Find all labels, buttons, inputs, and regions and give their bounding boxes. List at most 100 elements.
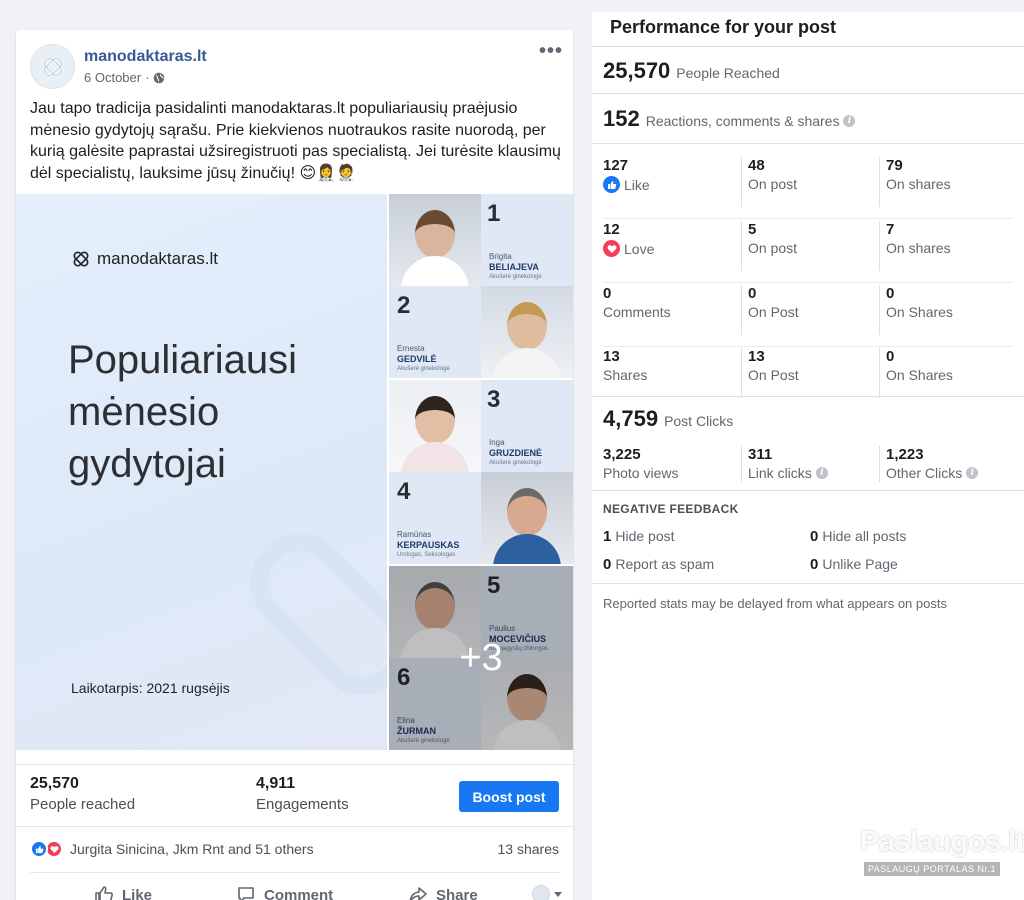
paslaugos-watermark: Paslaugos.lt PASLAUGŲ PORTALAS Nr.1: [860, 826, 1024, 877]
metric-label-text: Love: [624, 240, 655, 257]
doctor-tile[interactable]: 3 Inga GRUZDIENĖ Akušerė ginekologė 4 Ra…: [389, 380, 573, 564]
doctor-specialty: Akušerė ginekologė: [397, 366, 450, 372]
doctor-tiles: 1 Brigita BELIAJEVA Akušerė ginekologė 2…: [389, 194, 573, 750]
divider: [592, 93, 1024, 94]
metric-cell: 48 On post: [741, 157, 877, 207]
info-icon[interactable]: i: [966, 467, 979, 479]
doctor-tile-more[interactable]: 5 Paulius MOCEVIČIUS Kraujagyslių chirur…: [389, 566, 573, 750]
reactions-row: Jurgita Sinicina, Jkm Rnt and 51 others …: [16, 826, 573, 870]
more-photos-overlay[interactable]: +3: [389, 566, 573, 750]
rcs-label-wrap: Reactions, comments & shares i: [646, 113, 856, 129]
post-image[interactable]: manodaktaras.lt Populiariausi mėnesio gy…: [16, 194, 573, 750]
post-clicks-metric: 4,759 Post Clicks: [603, 406, 733, 432]
post-date[interactable]: 6 October ·: [84, 70, 165, 85]
comment-label: Comment: [264, 886, 334, 900]
metric-cell: 13 On Post: [741, 348, 877, 398]
metric-value: 5: [748, 221, 757, 238]
link-clicks-label: Link clicks: [748, 465, 812, 481]
divider: [592, 583, 1024, 584]
post-text: Jau tapo tradicija pasidalinti manodakta…: [30, 100, 561, 182]
doctor-tile[interactable]: 1 Brigita BELIAJEVA Akušerė ginekologė 2…: [389, 194, 573, 378]
post-header: manodaktaras.lt 6 October · •••: [30, 41, 563, 90]
hero-title-line: mėnesio: [68, 390, 220, 434]
info-icon[interactable]: i: [843, 115, 856, 127]
metric-cell: 0 Comments: [603, 285, 739, 335]
doctor-photo-body: [401, 442, 469, 472]
post-date-text: 6 October: [84, 70, 142, 85]
divider: [592, 396, 1024, 397]
love-reaction-icon: [603, 240, 620, 257]
doctor-photo-head: [415, 396, 455, 444]
divider: [592, 46, 1024, 47]
comment-icon: [238, 887, 254, 900]
people-reached-value: 25,570: [30, 775, 79, 792]
manodaktaras-logo-icon: [42, 56, 63, 77]
post-card: manodaktaras.lt 6 October · ••• Jau tapo…: [16, 30, 573, 900]
metric-label: On post: [748, 176, 798, 192]
metric-cell: 311 Link clicks i: [741, 446, 877, 482]
shares-count-link[interactable]: 13 shares: [498, 841, 559, 857]
people-reached-stat[interactable]: 25,570 People reached: [30, 775, 135, 813]
doctor-photo-head: [415, 210, 455, 258]
post-clicks-value: 4,759: [603, 406, 659, 431]
boost-post-button[interactable]: Boost post: [459, 781, 559, 812]
doctor-photo-head: [507, 302, 547, 350]
divider: [592, 143, 1024, 144]
photo-views-value: 3,225: [603, 446, 641, 463]
metric-cell: 1,223 Other Clicks i: [879, 446, 1013, 482]
caret-down-icon: [554, 892, 562, 897]
doctor-first-name: Inga: [489, 438, 505, 447]
hero-panel: manodaktaras.lt Populiariausi mėnesio gy…: [16, 194, 387, 750]
reaction-icons[interactable]: [30, 840, 66, 858]
metric-row-love: 12 Love 5 On post 7 On shares: [603, 221, 1013, 283]
metric-value: 48: [748, 157, 765, 174]
metric-cell: 79 On shares: [879, 157, 1013, 207]
thumbs-up-icon: [95, 886, 113, 900]
more-options-icon[interactable]: •••: [539, 41, 563, 61]
row-divider: [603, 282, 1013, 283]
hero-title-line: Populiariausi: [68, 338, 298, 382]
like-button[interactable]: Like: [94, 885, 152, 900]
share-button[interactable]: Share: [408, 885, 478, 900]
comment-button[interactable]: Comment: [236, 885, 333, 900]
globe-icon: [154, 72, 165, 83]
doctor-specialty: Urologas, Seksologas: [397, 552, 456, 558]
negative-item-hide-post: 1 Hide post: [603, 528, 675, 545]
metric-cell: 3,225 Photo views: [603, 446, 739, 482]
link-clicks-value: 311: [748, 446, 773, 463]
doctor-photo-body: [493, 348, 561, 378]
like-reaction-icon: [30, 840, 48, 858]
like-reaction-icon: [603, 176, 620, 193]
metric-cell: 127 Like: [603, 157, 739, 207]
photo-views-label: Photo views: [603, 465, 679, 481]
post-actions: Like Comment Share: [30, 872, 562, 900]
reaction-names-link[interactable]: Jurgita Sinicina, Jkm Rnt and 51 others: [70, 841, 314, 857]
other-clicks-label-wrap: Other Clicks i: [886, 465, 1013, 481]
info-icon[interactable]: i: [815, 467, 828, 479]
hero-title-line: gydytojai: [68, 442, 226, 486]
negative-label: Hide all posts: [822, 528, 907, 544]
page-name-link[interactable]: manodaktaras.lt: [84, 48, 207, 66]
doctor-photo-body: [401, 256, 469, 286]
metric-row-comments: 0 Comments 0 On Post 0 On Shares: [603, 285, 1013, 347]
metric-cell: 5 On post: [741, 221, 877, 271]
post-insights-row: 25,570 People reached 4,911 Engagements …: [16, 764, 573, 826]
doctor-photo-head: [507, 488, 547, 536]
metric-value: 7: [886, 221, 895, 238]
post-as-selector[interactable]: [532, 885, 563, 900]
page-avatar[interactable]: [30, 44, 75, 89]
doctor-specialty: Akušerė ginekologė: [489, 274, 542, 280]
doctor-photo: [389, 194, 481, 286]
metric-value: 12: [603, 221, 620, 238]
metric-cell: 13 Shares: [603, 348, 739, 398]
negative-label: Hide post: [615, 528, 675, 544]
doctor-name: Ramūnas KERPAUSKAS Urologas, Seksologas: [397, 530, 459, 560]
doctor-rank: 1: [487, 200, 501, 227]
negative-value: 0: [810, 556, 819, 573]
metric-label: Comments: [603, 304, 671, 320]
doctor-photo: [389, 380, 481, 472]
metric-label: On post: [748, 240, 798, 256]
metric-label: On shares: [886, 240, 951, 256]
other-clicks-label: Other Clicks: [886, 465, 963, 481]
engagements-stat[interactable]: 4,911 Engagements: [256, 775, 349, 813]
